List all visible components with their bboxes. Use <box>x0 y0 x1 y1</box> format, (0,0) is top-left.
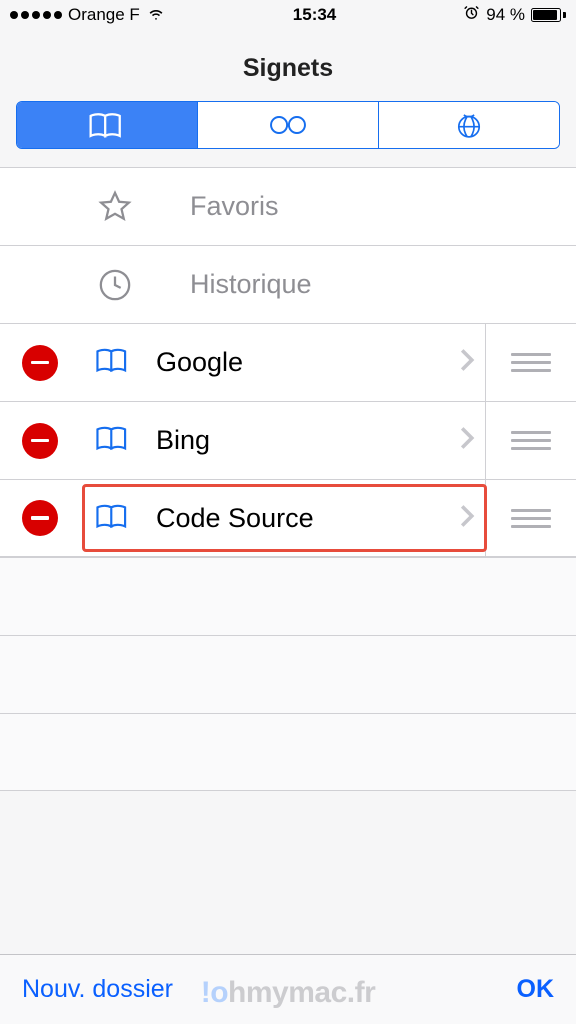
status-bar: Orange F 15:34 94 % <box>0 0 576 30</box>
new-folder-button[interactable]: Nouv. dossier <box>22 975 173 1004</box>
clock: 15:34 <box>293 5 336 25</box>
page-title: Signets <box>0 54 576 83</box>
nav-header: Signets <box>0 30 576 101</box>
battery-percent: 94 % <box>486 5 525 25</box>
drag-handle[interactable] <box>486 509 576 528</box>
carrier-label: Orange F <box>68 5 140 25</box>
folder-label: Bing <box>156 425 459 456</box>
tab-shared-links[interactable] <box>378 102 559 148</box>
chevron-right-icon <box>459 504 475 533</box>
folder-label: Google <box>156 347 459 378</box>
battery-icon <box>531 8 566 22</box>
folder-item-bing[interactable]: Bing <box>80 402 486 479</box>
signal-strength-icon <box>10 11 62 19</box>
folder-item-code-source[interactable]: Code Source <box>80 480 486 556</box>
tab-bookmarks[interactable] <box>17 102 197 148</box>
segmented-control <box>16 101 560 149</box>
favorites-row[interactable]: Favoris <box>0 167 576 245</box>
folder-row: Google <box>0 323 576 401</box>
folder-row: Bing <box>0 401 576 479</box>
delete-button[interactable] <box>0 500 80 536</box>
book-icon <box>94 500 132 537</box>
chevron-right-icon <box>459 348 475 377</box>
empty-region <box>0 557 576 791</box>
favorites-label: Favoris <box>190 191 279 222</box>
drag-handle[interactable] <box>486 353 576 372</box>
delete-button[interactable] <box>0 423 80 459</box>
bookmarks-list: Favoris Historique Google <box>0 167 576 557</box>
book-icon <box>94 422 132 459</box>
delete-button[interactable] <box>0 345 80 381</box>
book-icon <box>94 344 132 381</box>
history-label: Historique <box>190 269 312 300</box>
folder-row: Code Source <box>0 479 576 557</box>
history-row[interactable]: Historique <box>0 245 576 323</box>
bottom-toolbar: Nouv. dossier OK <box>0 954 576 1024</box>
chevron-right-icon <box>459 426 475 455</box>
folder-item-google[interactable]: Google <box>80 324 486 401</box>
star-icon <box>98 190 132 224</box>
folder-label: Code Source <box>156 503 459 534</box>
wifi-icon <box>146 3 166 28</box>
clock-icon <box>98 268 132 302</box>
alarm-icon <box>463 4 480 26</box>
tab-reading-list[interactable] <box>197 102 378 148</box>
drag-handle[interactable] <box>486 431 576 450</box>
done-button[interactable]: OK <box>517 975 555 1004</box>
